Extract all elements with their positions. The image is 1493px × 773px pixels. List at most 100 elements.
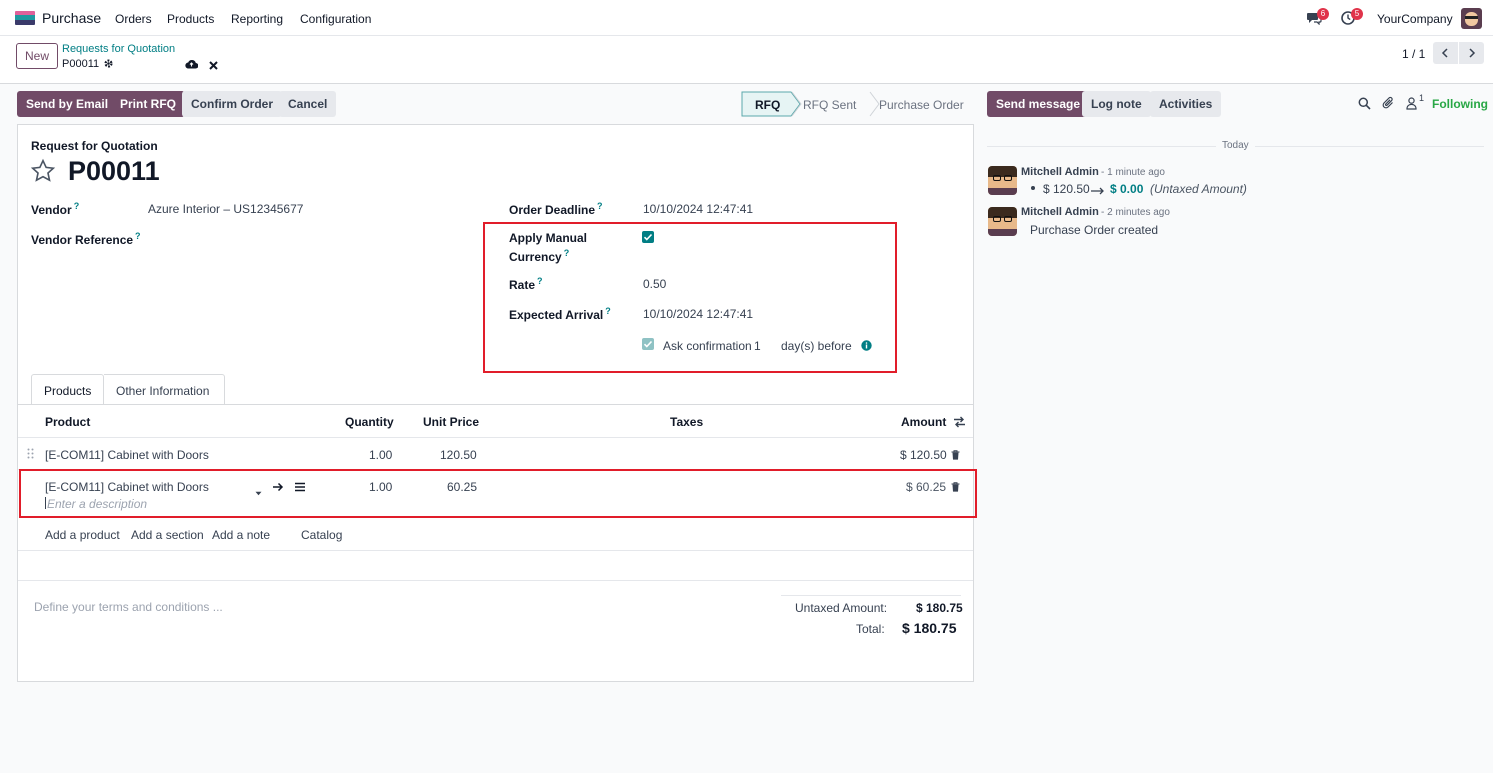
row-product[interactable]: [E-COM11] Cabinet with Doors <box>45 448 209 462</box>
row-unit-price[interactable]: 120.50 <box>440 448 477 462</box>
ask-confirmation-checkbox[interactable] <box>642 338 654 350</box>
untaxed-amount-label: Untaxed Amount: <box>795 601 888 615</box>
followers-user-icon[interactable] <box>1406 97 1417 110</box>
gear-icon[interactable] <box>103 58 114 69</box>
message-author[interactable]: Mitchell Admin <box>1021 206 1099 218</box>
help-tooltip-icon[interactable]: ? <box>605 306 611 316</box>
info-icon[interactable] <box>861 340 872 351</box>
message-time: - 1 minute ago <box>1101 167 1165 178</box>
row-quantity[interactable]: 1.00 <box>369 448 392 462</box>
column-amount[interactable]: Amount <box>901 415 946 429</box>
message-body: Purchase Order created <box>1030 223 1159 237</box>
catalog-link[interactable]: Catalog <box>301 528 342 542</box>
menu-reporting[interactable]: Reporting <box>231 12 283 26</box>
form-subtitle: Request for Quotation <box>31 139 158 153</box>
order-deadline-field[interactable]: 10/10/2024 12:47:41 <box>643 202 753 216</box>
save-cloud-icon[interactable] <box>185 58 199 69</box>
apply-manual-currency-label-line1: Apply Manual <box>509 231 588 245</box>
avatar[interactable] <box>988 207 1017 236</box>
user-avatar[interactable] <box>1461 8 1482 29</box>
tab-products[interactable]: Products <box>31 374 104 405</box>
pager-value[interactable]: 1 / 1 <box>1402 47 1425 61</box>
vendor-reference-label-text: Vendor Reference <box>31 233 134 247</box>
date-separator: Today <box>1216 140 1255 151</box>
column-quantity[interactable]: Quantity <box>345 415 394 429</box>
menu-orders[interactable]: Orders <box>115 12 152 26</box>
trash-icon[interactable] <box>951 481 960 492</box>
help-tooltip-icon[interactable]: ? <box>537 276 543 286</box>
breadcrumb-parent[interactable]: Requests for Quotation <box>62 43 175 55</box>
row-unit-price[interactable]: 60.25 <box>447 480 477 494</box>
help-tooltip-icon[interactable]: ? <box>74 201 80 211</box>
table-footer-divider <box>18 580 973 581</box>
new-button[interactable]: New <box>16 43 58 69</box>
ask-confirmation-days-field[interactable]: 1 <box>754 339 761 353</box>
search-icon[interactable] <box>1358 97 1371 110</box>
star-priority-icon[interactable] <box>30 158 56 184</box>
product-configurator-list-icon[interactable] <box>295 481 305 492</box>
send-message-button[interactable]: Send message <box>987 91 1090 117</box>
trash-icon[interactable] <box>951 449 960 460</box>
log-note-button[interactable]: Log note <box>1082 91 1151 117</box>
company-switcher[interactable]: YourCompany <box>1377 12 1453 26</box>
add-section-link[interactable]: Add a section <box>131 528 204 542</box>
confirm-order-button[interactable]: Confirm Order <box>182 91 283 117</box>
purchase-app-icon[interactable] <box>15 11 35 25</box>
table-end-divider <box>18 550 973 551</box>
terms-conditions-input[interactable]: Define your terms and conditions ... <box>34 600 223 614</box>
cancel-button[interactable]: Cancel <box>279 91 337 117</box>
order-deadline-label-text: Order Deadline <box>509 203 596 217</box>
tracking-old-value: $ 120.50 <box>1043 182 1090 196</box>
stage-rfq-sent[interactable]: RFQ Sent <box>803 98 856 112</box>
menu-products[interactable]: Products <box>167 12 214 26</box>
row-product[interactable]: [E-COM11] Cabinet with Doors <box>45 480 209 494</box>
stage-purchase-order[interactable]: Purchase Order <box>879 98 964 112</box>
apply-manual-currency-label-text: Currency <box>509 250 562 264</box>
totals-top-divider <box>781 595 961 596</box>
total-value: $ 180.75 <box>902 620 957 636</box>
add-note-link[interactable]: Add a note <box>212 528 270 542</box>
app-name[interactable]: Purchase <box>42 10 101 26</box>
expected-arrival-field[interactable]: 10/10/2024 12:47:41 <box>643 307 753 321</box>
add-product-link[interactable]: Add a product <box>45 528 120 542</box>
apply-manual-currency-checkbox[interactable] <box>642 231 654 243</box>
column-unit-price[interactable]: Unit Price <box>423 415 479 429</box>
drag-handle-icon[interactable] <box>27 448 34 459</box>
print-rfq-button[interactable]: Print RFQ <box>111 91 185 117</box>
internal-link-arrow-icon[interactable] <box>272 481 284 492</box>
menu-configuration[interactable]: Configuration <box>300 12 371 26</box>
checkmark-icon <box>643 233 653 241</box>
discard-close-icon[interactable] <box>209 59 218 70</box>
help-tooltip-icon[interactable]: ? <box>135 231 141 241</box>
following-button[interactable]: Following <box>1432 97 1488 111</box>
tab-other-information[interactable]: Other Information <box>104 374 225 405</box>
column-taxes[interactable]: Taxes <box>670 415 703 429</box>
rate-label-text: Rate <box>509 278 536 292</box>
rate-label: Rate? <box>509 276 543 292</box>
help-tooltip-icon[interactable]: ? <box>564 248 570 258</box>
vendor-label: Vendor? <box>31 201 79 217</box>
expected-arrival-label: Expected Arrival? <box>509 306 611 322</box>
optional-columns-toggle-icon[interactable] <box>953 416 966 428</box>
pager-prev-button[interactable] <box>1433 42 1458 64</box>
vendor-field[interactable]: Azure Interior – US12345677 <box>148 202 303 216</box>
untaxed-amount-value: $ 180.75 <box>916 601 963 615</box>
top-navbar: Purchase Orders Products Reporting Confi… <box>0 0 1493 36</box>
avatar[interactable] <box>988 166 1017 195</box>
row-quantity[interactable]: 1.00 <box>369 480 392 494</box>
activities-button[interactable]: Activities <box>1150 91 1222 117</box>
tracking-new-value: $ 0.00 <box>1110 182 1144 196</box>
stage-rfq[interactable]: RFQ <box>755 98 780 112</box>
send-by-email-button[interactable]: Send by Email <box>17 91 118 117</box>
rate-field[interactable]: 0.50 <box>643 277 666 291</box>
help-tooltip-icon[interactable]: ? <box>597 201 603 211</box>
chevron-right-icon <box>1469 48 1476 58</box>
message-author[interactable]: Mitchell Admin <box>1021 166 1099 178</box>
description-input[interactable]: Enter a description <box>47 497 147 511</box>
pager-next-button[interactable] <box>1459 42 1484 64</box>
activities-badge: 5 <box>1351 8 1363 20</box>
paperclip-icon[interactable] <box>1382 96 1395 110</box>
column-product[interactable]: Product <box>45 415 90 429</box>
messages-badge: 6 <box>1317 8 1329 20</box>
caret-down-icon[interactable] <box>255 485 262 496</box>
